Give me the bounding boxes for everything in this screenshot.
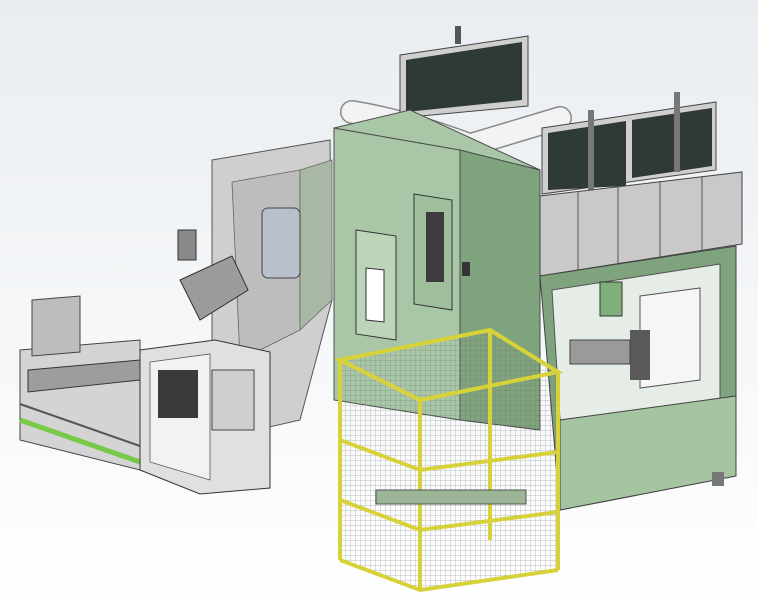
right-cell [539, 171, 743, 511]
safety-guard [333, 327, 564, 593]
machine-scene [0, 0, 758, 606]
machine-render [0, 0, 758, 606]
